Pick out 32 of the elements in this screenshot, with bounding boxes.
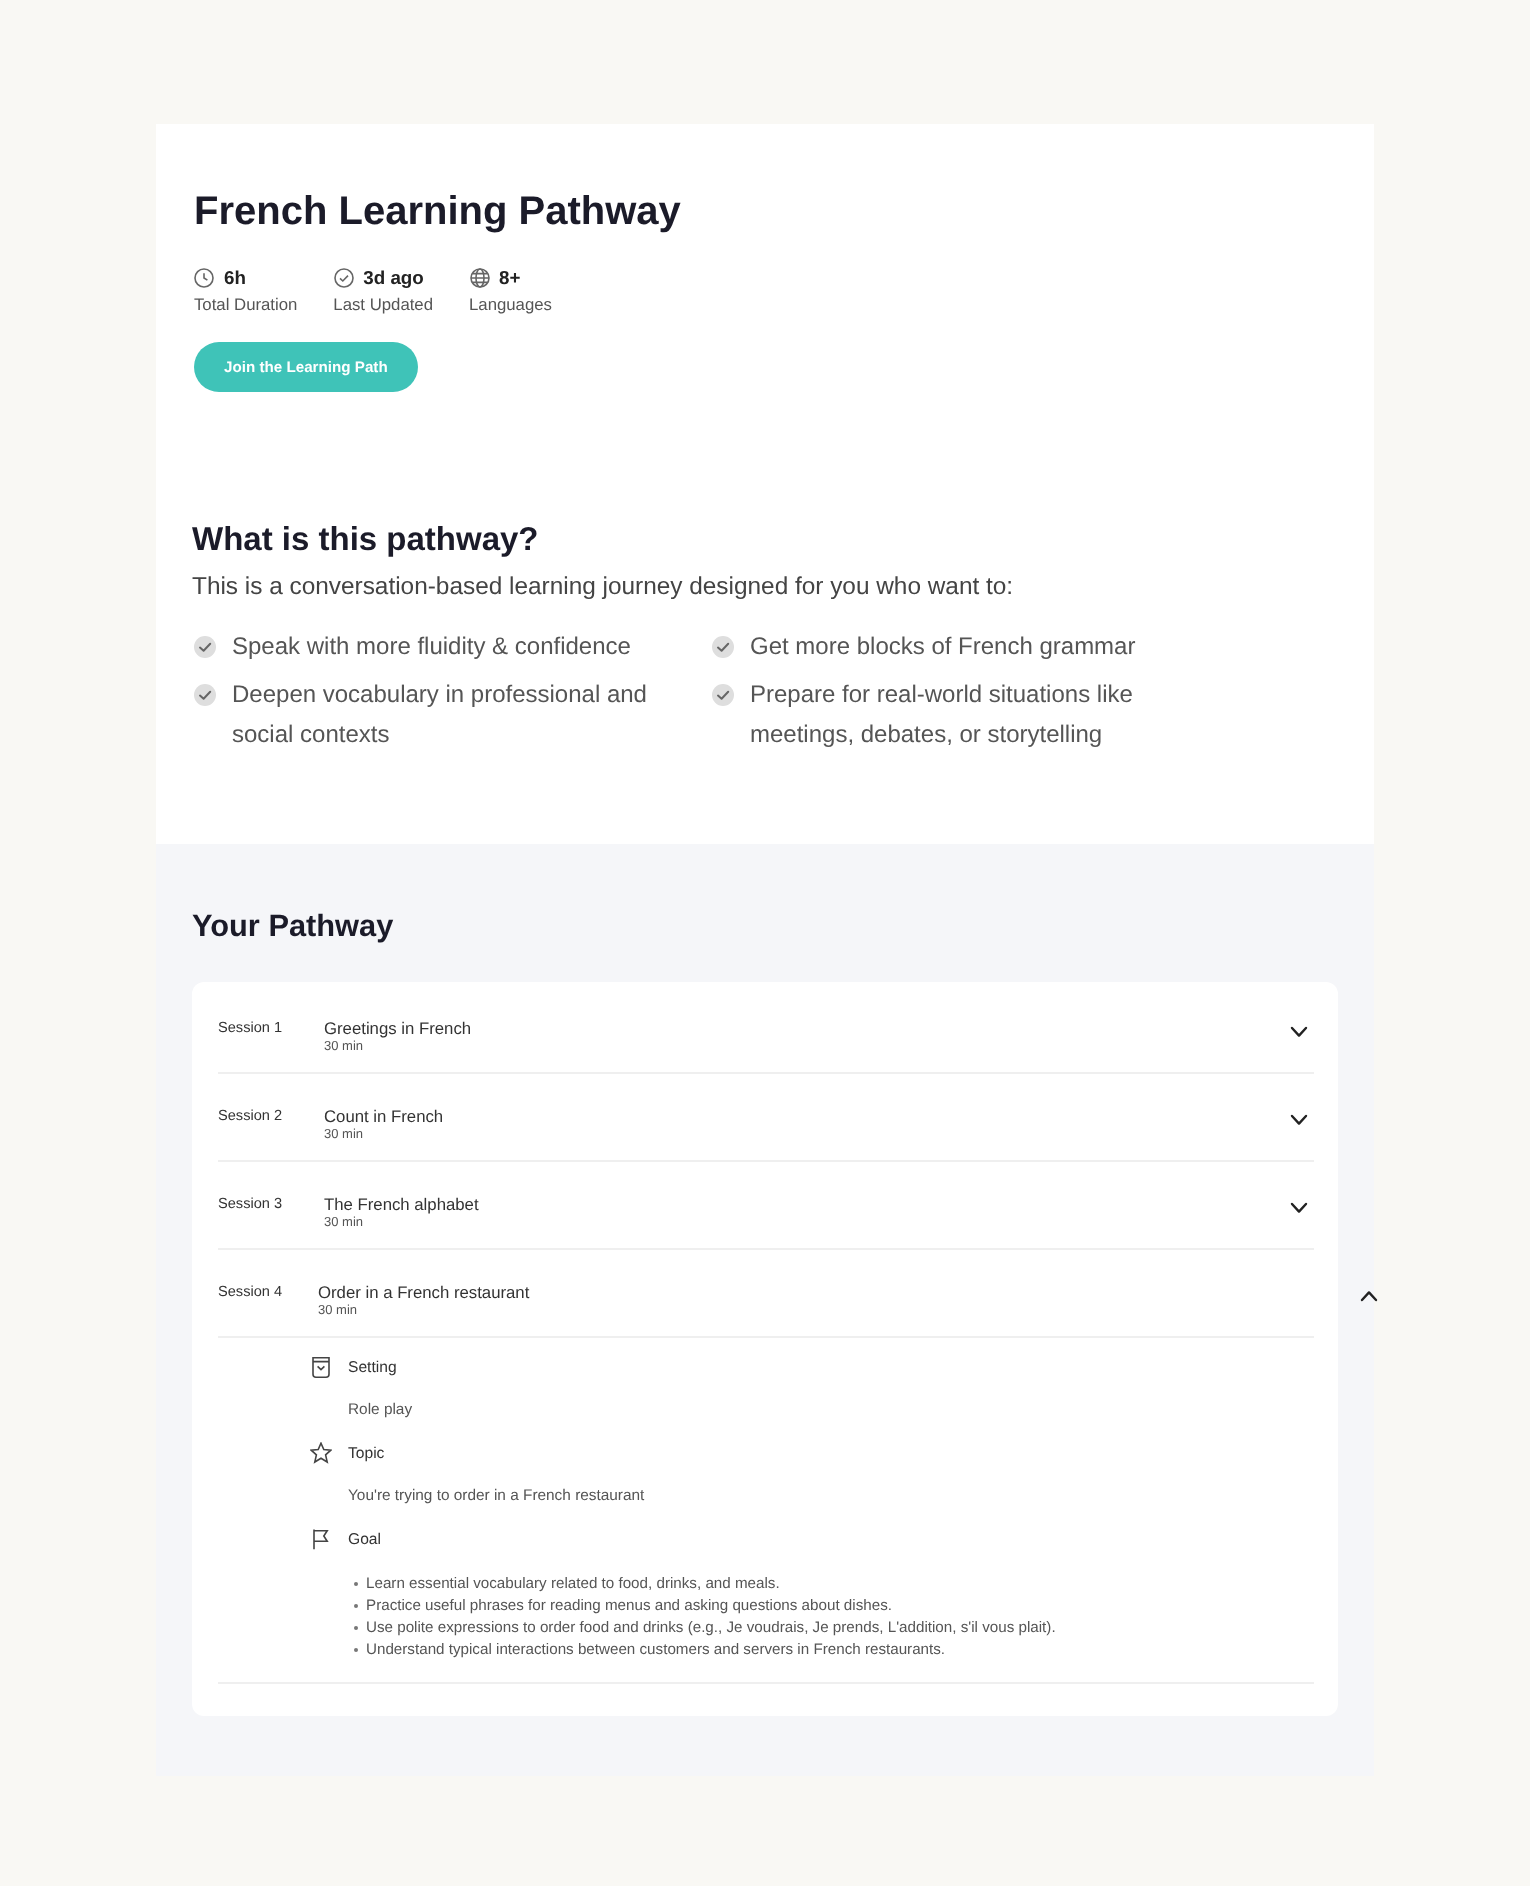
chevron-down-icon[interactable]: [1290, 1202, 1308, 1214]
flag-icon: [310, 1528, 332, 1550]
goal-text: Deepen vocabulary in professional and social contexts: [232, 678, 649, 752]
session-title: The French alphabet: [324, 1194, 479, 1214]
session-title: Order in a French restaurant: [318, 1282, 530, 1302]
stat-label: Languages: [469, 294, 552, 314]
goal-text: Prepare for real-world situations like meetings, debates, or storytelling: [750, 678, 1135, 752]
session-title: Count in French: [324, 1106, 444, 1126]
check-icon: [194, 684, 216, 706]
stat-value: 8+: [499, 266, 521, 290]
section-heading: What is this pathway?: [192, 520, 541, 562]
page-title: French Learning Pathway: [194, 188, 683, 236]
bag-icon: [310, 1356, 332, 1378]
stat-label: Total Duration: [194, 294, 298, 314]
goal-text: Speak with more fluidity & confidence: [232, 630, 631, 664]
section-heading: Your Pathway: [192, 908, 396, 948]
clock-icon: [194, 268, 214, 288]
star-icon: [310, 1442, 332, 1464]
chevron-down-icon[interactable]: [1290, 1026, 1308, 1038]
stat-label: Last Updated: [333, 294, 433, 314]
check-icon: [194, 636, 216, 658]
intro-text: This is a conversation-based learning journey designed for you who want to:: [192, 570, 1016, 602]
globe-icon: [469, 268, 489, 288]
stat-value: 6h: [224, 266, 246, 290]
goal-text: Get more blocks of French grammar: [750, 630, 1136, 664]
check-icon: [712, 684, 734, 706]
chevron-down-icon[interactable]: [1290, 1114, 1308, 1126]
stat-value: 3d ago: [363, 266, 424, 290]
session-title: Greetings in French: [324, 1018, 472, 1038]
check-circle-icon: [333, 268, 354, 288]
chevron-up-icon[interactable]: [1360, 1290, 1378, 1302]
check-icon: [712, 636, 734, 658]
